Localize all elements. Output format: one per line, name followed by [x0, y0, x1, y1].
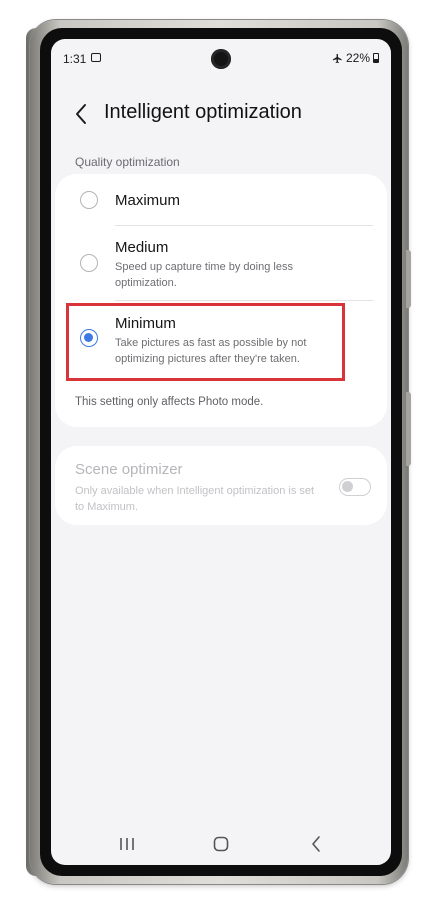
app-header: Intelligent optimization: [51, 99, 391, 129]
option-description: Take pictures as fast as possible by not…: [115, 337, 307, 365]
option-title: Minimum: [115, 315, 176, 332]
scene-optimizer-title: Scene optimizer: [75, 461, 183, 478]
option-title: Medium: [115, 239, 169, 256]
section-label-quality: Quality optimization: [75, 155, 180, 169]
status-indicators: 22%: [332, 51, 379, 65]
battery-icon: [373, 53, 379, 63]
setting-footnote: This setting only affects Photo mode.: [75, 396, 264, 408]
scene-optimizer-card: Scene optimizer Only available when Inte…: [55, 446, 387, 525]
scene-optimizer-toggle[interactable]: [339, 478, 371, 496]
phone-screen: 1:31 22% Intelligent optimization Qualit…: [51, 39, 391, 865]
recent-apps-icon: [120, 838, 134, 850]
back-icon: [312, 836, 320, 852]
option-title: Maximum: [115, 192, 181, 209]
option-medium[interactable]: Medium Speed up capture time by doing le…: [55, 226, 387, 300]
home-icon: [213, 836, 229, 852]
page-title: Intelligent optimization: [104, 101, 302, 123]
back-button[interactable]: [69, 100, 93, 128]
home-button[interactable]: [206, 831, 236, 857]
volume-button: [406, 250, 411, 308]
recent-apps-button[interactable]: [112, 831, 142, 857]
option-maximum[interactable]: Maximum: [55, 174, 387, 224]
toggle-knob: [342, 481, 353, 492]
radio-button[interactable]: [80, 254, 98, 272]
option-description: Speed up capture time by doing less opti…: [115, 261, 293, 289]
battery-percent: 22%: [345, 51, 370, 65]
airplane-mode-icon: [332, 53, 342, 63]
chevron-left-icon: [76, 104, 86, 124]
scene-optimizer-description: Only available when Intelligent optimiza…: [75, 485, 315, 513]
option-minimum[interactable]: Minimum Take pictures as fast as possibl…: [55, 301, 387, 379]
nav-back-button[interactable]: [301, 831, 331, 857]
radio-button-selected[interactable]: [80, 329, 98, 347]
radio-button[interactable]: [80, 191, 98, 209]
power-button: [406, 392, 411, 466]
status-bar: 1:31 22%: [51, 39, 391, 79]
quality-options-card: Maximum Medium Speed up capture time by …: [55, 174, 387, 427]
status-time: 1:31: [63, 52, 87, 66]
navigation-bar: [51, 823, 391, 865]
front-camera: [211, 49, 231, 69]
gallery-notification-icon: [91, 53, 101, 62]
